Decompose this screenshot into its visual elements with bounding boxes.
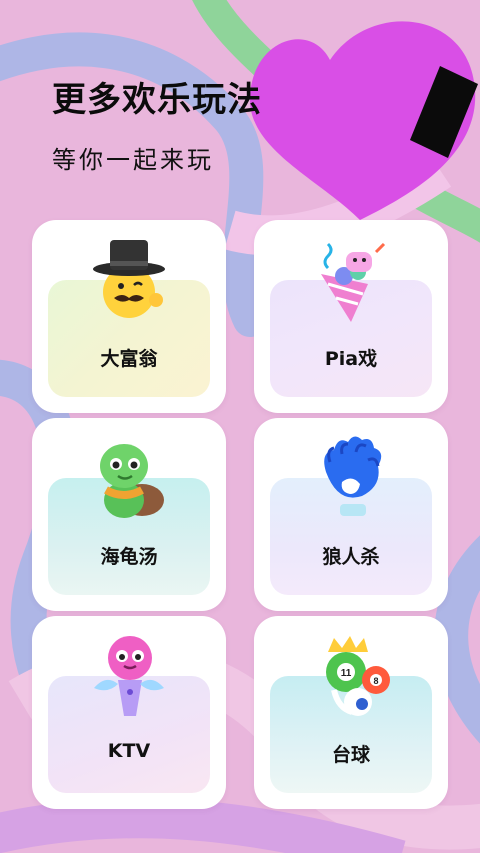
game-label: 狼人杀 (322, 546, 380, 568)
game-label: 大富翁 (100, 348, 158, 370)
wolf-paw-glove-icon (324, 436, 382, 516)
microphone-character-icon (94, 636, 164, 716)
game-card-ktv[interactable]: KTV (32, 616, 226, 809)
tophat-mustache-emoji-icon (93, 240, 165, 318)
party-popper-icon (321, 242, 386, 322)
billiard-balls-icon: 11 8 (326, 636, 390, 716)
game-card-monopoly[interactable]: 大富翁 (32, 220, 226, 413)
game-label: 海龟汤 (100, 546, 158, 568)
game-label: 台球 (331, 744, 370, 766)
turtle-icon (100, 444, 164, 518)
game-label: KTV (107, 740, 151, 762)
page-title: 更多欢乐玩法 (52, 80, 262, 120)
game-card-werewolf[interactable]: 狼人杀 (254, 418, 448, 611)
game-card-pia-drama[interactable]: Pia戏 (254, 220, 448, 413)
svg-text:11: 11 (341, 668, 352, 679)
game-card-turtle-soup[interactable]: 海龟汤 (32, 418, 226, 611)
game-label: Pia戏 (324, 348, 378, 370)
svg-text:8: 8 (373, 676, 378, 686)
page-subtitle: 等你一起来玩 (52, 146, 214, 174)
game-card-billiards[interactable]: 11 8 台球 (254, 616, 448, 809)
